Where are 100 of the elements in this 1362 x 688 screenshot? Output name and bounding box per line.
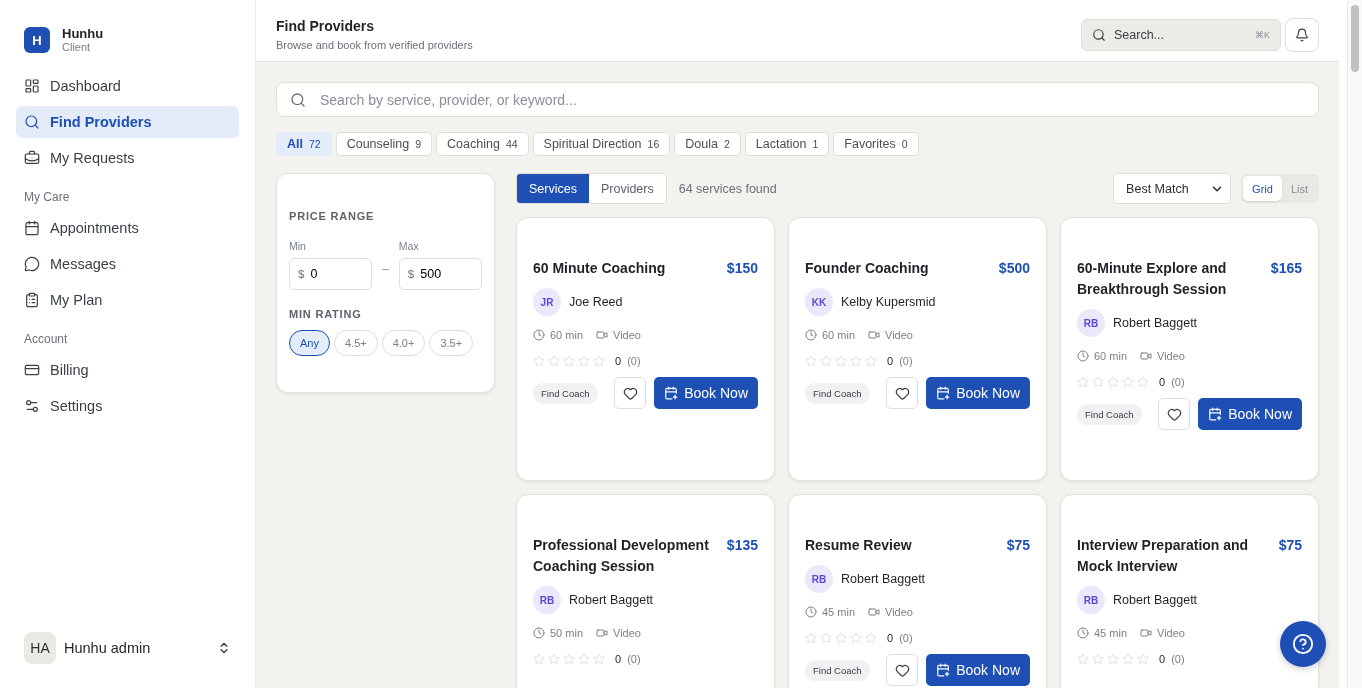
sidebar-item[interactable]: Billing: [16, 354, 239, 386]
price-label: Max: [398, 240, 420, 253]
star-icon: [805, 632, 817, 645]
category-filter-chip[interactable]: Lactation 1: [744, 132, 830, 157]
heart-icon: [894, 662, 910, 678]
category-tag: Find Coach: [1077, 403, 1142, 425]
category-label: Counseling: [346, 137, 410, 152]
star-icon: [563, 653, 575, 666]
session-mode: Video: [885, 329, 913, 342]
category-filter-chip[interactable]: Doula 2: [674, 132, 741, 157]
price-input[interactable]: $ 500: [398, 258, 482, 291]
help-icon: [1292, 633, 1314, 655]
favorite-button[interactable]: [1158, 398, 1191, 431]
shortcut-hint: ⌘K: [1255, 29, 1270, 40]
star-icon: [1077, 653, 1089, 666]
category-label: Favorites: [844, 137, 896, 152]
session-mode: Video: [1157, 350, 1185, 363]
clock-icon: [805, 329, 817, 342]
heart-icon: [894, 385, 910, 401]
star-icon: [850, 355, 862, 368]
star-icon: [533, 653, 545, 666]
sidebar-item[interactable]: Appointments: [16, 212, 239, 244]
service-price: $75: [1278, 536, 1302, 556]
category-count: 9: [415, 138, 422, 151]
brand-name: Hunhu: [62, 26, 104, 41]
star-icon: [593, 355, 605, 368]
category-filter-chip[interactable]: Spiritual Direction 16: [532, 132, 671, 157]
book-now-button[interactable]: Book Now: [654, 377, 758, 410]
rating-option[interactable]: 3.5+: [429, 330, 474, 357]
rating-option[interactable]: Any: [289, 330, 330, 357]
rating-option[interactable]: 4.5+: [333, 330, 378, 357]
duration: 60 min: [1094, 350, 1128, 363]
sidebar-item[interactable]: My Plan: [16, 284, 239, 316]
book-now-button[interactable]: Book Now: [926, 377, 1030, 410]
clock-icon: [1077, 627, 1089, 640]
review-count: (0): [627, 355, 641, 368]
category-filter-chip[interactable]: All 72: [276, 132, 332, 157]
filter-heading: PRICE RANGE: [289, 210, 376, 223]
category-label: Coaching: [447, 137, 500, 152]
service-title: Resume Review: [805, 536, 912, 556]
clock-icon: [533, 329, 545, 342]
sort-dropdown[interactable]: Best Match: [1113, 173, 1232, 205]
star-icon: [820, 632, 832, 645]
rating-option[interactable]: 4.0+: [381, 330, 426, 357]
provider-avatar: RB: [805, 565, 833, 594]
search-field[interactable]: Search by service, provider, or keyword...: [276, 82, 1319, 118]
category-count: 1: [812, 138, 819, 151]
scrollbar[interactable]: [1347, 0, 1362, 688]
video-camera-icon: [868, 606, 881, 619]
star-icon: [548, 355, 560, 368]
chat-bubble-icon: [24, 256, 40, 272]
global-search-button[interactable]: Search... ⌘K: [1081, 18, 1281, 51]
favorite-button[interactable]: [886, 377, 919, 410]
category-filter-chip[interactable]: Favorites 0: [833, 132, 919, 157]
category-filter-chip[interactable]: Coaching 44: [436, 132, 529, 157]
page-subtitle: Browse and book from verified providers: [276, 39, 474, 51]
favorite-button[interactable]: [886, 654, 919, 687]
notifications-button[interactable]: [1285, 17, 1319, 52]
star-icon: [578, 653, 590, 666]
clipboard-icon: [24, 292, 40, 308]
provider-name: Robert Baggett: [1113, 593, 1198, 608]
rating-value: 0: [615, 355, 622, 368]
view-tab[interactable]: Services: [517, 174, 589, 204]
service-title: 60-Minute Explore and Breakthrough Session: [1077, 259, 1228, 300]
star-icon: [850, 632, 862, 645]
video-camera-icon: [596, 627, 609, 640]
currency-symbol: $: [407, 268, 415, 281]
clock-icon: [1077, 350, 1089, 363]
favorite-button[interactable]: [614, 377, 647, 410]
star-icon: [533, 355, 545, 368]
star-icon: [1092, 376, 1104, 389]
duration: 45 min: [822, 606, 856, 619]
provider-avatar: KK: [805, 288, 833, 317]
book-now-button[interactable]: Book Now: [1198, 398, 1302, 431]
sidebar-item[interactable]: My Requests: [16, 142, 239, 174]
provider-name: Robert Baggett: [569, 593, 654, 608]
search-input[interactable]: Search by service, provider, or keyword...: [318, 90, 1305, 109]
scrollbar-thumb[interactable]: [1351, 5, 1359, 72]
heart-icon: [622, 385, 638, 401]
provider-avatar: JR: [533, 288, 561, 317]
star-icon: [835, 355, 847, 368]
sidebar-item[interactable]: Dashboard: [16, 70, 239, 102]
provider-avatar: RB: [533, 586, 561, 615]
view-tab[interactable]: Providers: [588, 174, 666, 204]
category-filter-chip[interactable]: Counseling 9: [335, 132, 433, 157]
sidebar-item[interactable]: Messages: [16, 248, 239, 280]
calendar-plus-icon: [936, 663, 951, 678]
dashboard-icon: [24, 78, 40, 94]
user-menu[interactable]: HA Hunhu admin: [16, 632, 239, 664]
star-icon: [1137, 376, 1149, 389]
provider-avatar: RB: [1077, 309, 1105, 338]
price-input[interactable]: $ 0: [289, 258, 373, 291]
sidebar-item[interactable]: Find Providers: [16, 106, 239, 138]
calendar-plus-icon: [664, 386, 679, 401]
layout-option[interactable]: Grid: [1243, 176, 1282, 202]
sidebar-item[interactable]: Settings: [16, 390, 239, 422]
session-mode: Video: [613, 329, 641, 342]
session-mode: Video: [613, 627, 641, 640]
provider-name: Robert Baggett: [841, 572, 926, 587]
book-now-button[interactable]: Book Now: [926, 654, 1030, 687]
